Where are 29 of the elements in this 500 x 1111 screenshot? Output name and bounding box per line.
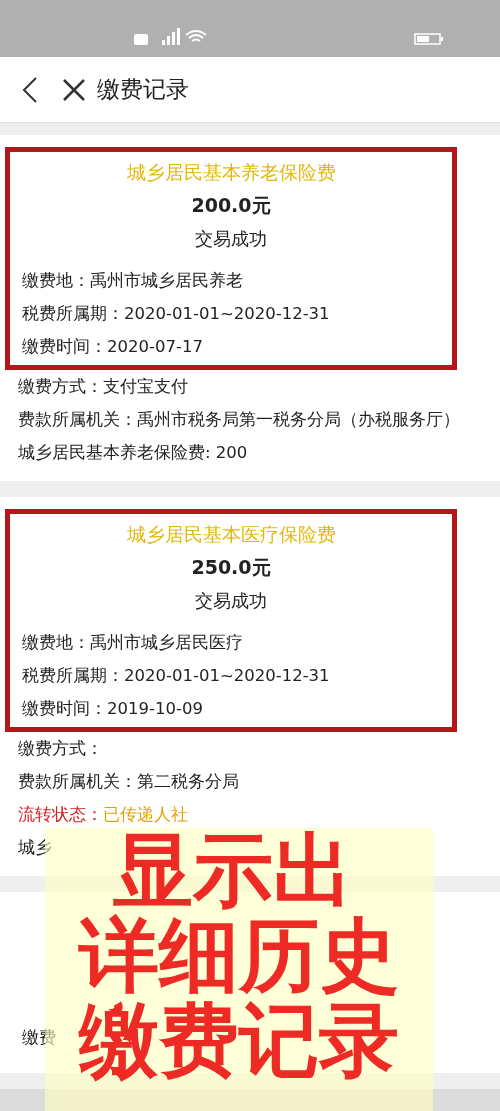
record-field: 缴费地：禹州市城乡居民养老 <box>22 271 243 290</box>
signal-icon <box>134 28 208 46</box>
record-field: 缴费时间：2019-10-09 <box>22 699 203 718</box>
fee-type: 城乡居民基本医疗保险费 <box>125 522 337 547</box>
record-field: 税费所属期：2020-01-01~2020-12-31 <box>22 304 330 323</box>
amount: 250.0元 <box>190 555 272 580</box>
annotation-text: 缴费记录 <box>79 998 399 1083</box>
record-field: 税费所属期：2020-01-01~2020-12-31 <box>22 666 330 685</box>
record-field: 缴费时间：2020-07-17 <box>22 337 203 356</box>
page-title: 缴费记录 <box>97 75 189 104</box>
fee-type: 城乡居民基本养老保险费 <box>125 160 337 185</box>
record-field: 缴费方式： <box>18 739 103 758</box>
record-field: 缴费地：禹州市城乡居民医疗 <box>22 633 243 652</box>
back-button[interactable] <box>22 76 38 103</box>
transaction-status: 交易成功 <box>194 227 268 251</box>
record-field: 费款所属机关：禹州市税务局第一税务分局（办税服务厅） <box>18 410 460 429</box>
amount: 200.0元 <box>190 193 272 218</box>
record-field: 缴费 <box>22 1028 56 1047</box>
close-button[interactable] <box>63 78 85 101</box>
annotation-text: 详细历史 <box>79 913 399 998</box>
transaction-status: 交易成功 <box>194 589 268 613</box>
status-value: 已传递人社 <box>103 805 188 824</box>
record-field: 城乡 <box>18 838 52 857</box>
record-field: 城乡居民基本养老保险费: 200 <box>18 443 248 462</box>
battery-icon <box>414 33 444 45</box>
record-field: 缴费方式：支付宝支付 <box>18 377 188 396</box>
annotation-text: 显示出 <box>113 828 353 913</box>
status-label: 流转状态： <box>18 805 103 824</box>
record-field: 费款所属机关：第二税务分局 <box>18 772 239 791</box>
